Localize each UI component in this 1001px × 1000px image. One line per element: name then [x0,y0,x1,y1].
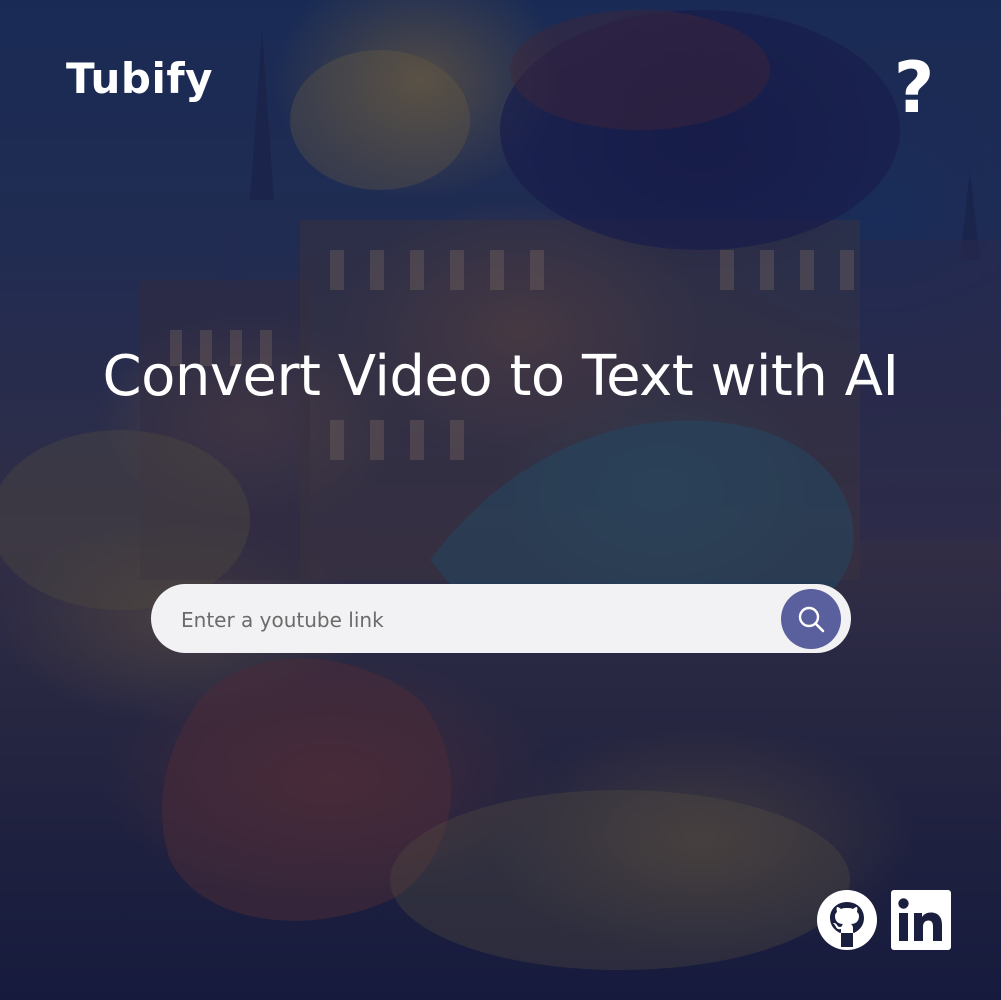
search-bar [151,584,851,655]
app-logo[interactable]: Tubify [66,58,213,100]
youtube-link-input[interactable] [179,584,773,655]
dark-overlay [0,0,1001,1000]
github-link[interactable] [816,889,878,951]
search-icon [798,606,825,633]
linkedin-link[interactable] [890,889,952,951]
help-button[interactable]: ? [888,52,940,124]
linkedin-icon [891,890,951,950]
search-button[interactable] [781,589,841,649]
landing-page: Tubify ? Convert Video to Text with AI [0,0,1001,1000]
hero-headline: Convert Video to Text with AI [102,344,899,409]
github-icon [817,890,877,950]
